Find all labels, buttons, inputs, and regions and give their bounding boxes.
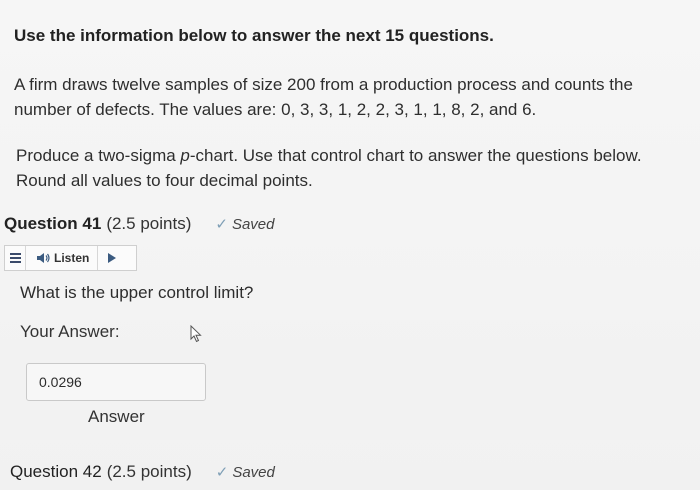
question-42-header: Question 42 (2.5 points) ✓ Saved	[10, 462, 275, 482]
instructions-paragraph-1: A firm draws twelve samples of size 200 …	[14, 75, 633, 119]
play-icon[interactable]	[108, 253, 117, 263]
check-icon: ✓	[215, 464, 229, 481]
mouse-cursor-icon	[190, 325, 202, 343]
question-42-title: Question 42	[10, 462, 102, 481]
paragraph-2-italic: p	[180, 146, 190, 165]
check-icon: ✓	[215, 216, 228, 233]
instructions-paragraph-2: Produce a two-sigma p-chart. Use that co…	[16, 143, 676, 193]
question-42-points: (2.5 points)	[106, 462, 192, 481]
answer-input[interactable]: 0.0296	[26, 363, 206, 401]
paragraph-2-pre: Produce a two-sigma	[16, 146, 181, 165]
answer-field-label: Answer	[88, 407, 145, 426]
question-41-title: Question 41	[4, 214, 102, 233]
saved-label: Saved	[231, 216, 275, 233]
your-answer-label: Your Answer:	[20, 322, 120, 341]
instructions-title: Use the information below to answer the …	[14, 26, 494, 45]
question-41-text: What is the upper control limit?	[20, 283, 254, 302]
question-41-header: Question 41 (2.5 points) ✓ Saved	[4, 214, 274, 234]
listen-toolbar: Listen	[4, 245, 137, 271]
listen-label: Listen	[54, 251, 90, 265]
question-42-saved-status: ✓ Saved	[216, 463, 275, 481]
page: Use the information below to answer the …	[0, 0, 700, 490]
question-41-saved-status: ✓ Saved	[215, 215, 274, 233]
menu-icon[interactable]	[5, 246, 26, 270]
question-41-points: (2.5 points)	[106, 214, 192, 233]
listen-button[interactable]: Listen	[26, 246, 99, 270]
speaker-icon	[37, 253, 50, 263]
saved-label: Saved	[232, 464, 275, 481]
